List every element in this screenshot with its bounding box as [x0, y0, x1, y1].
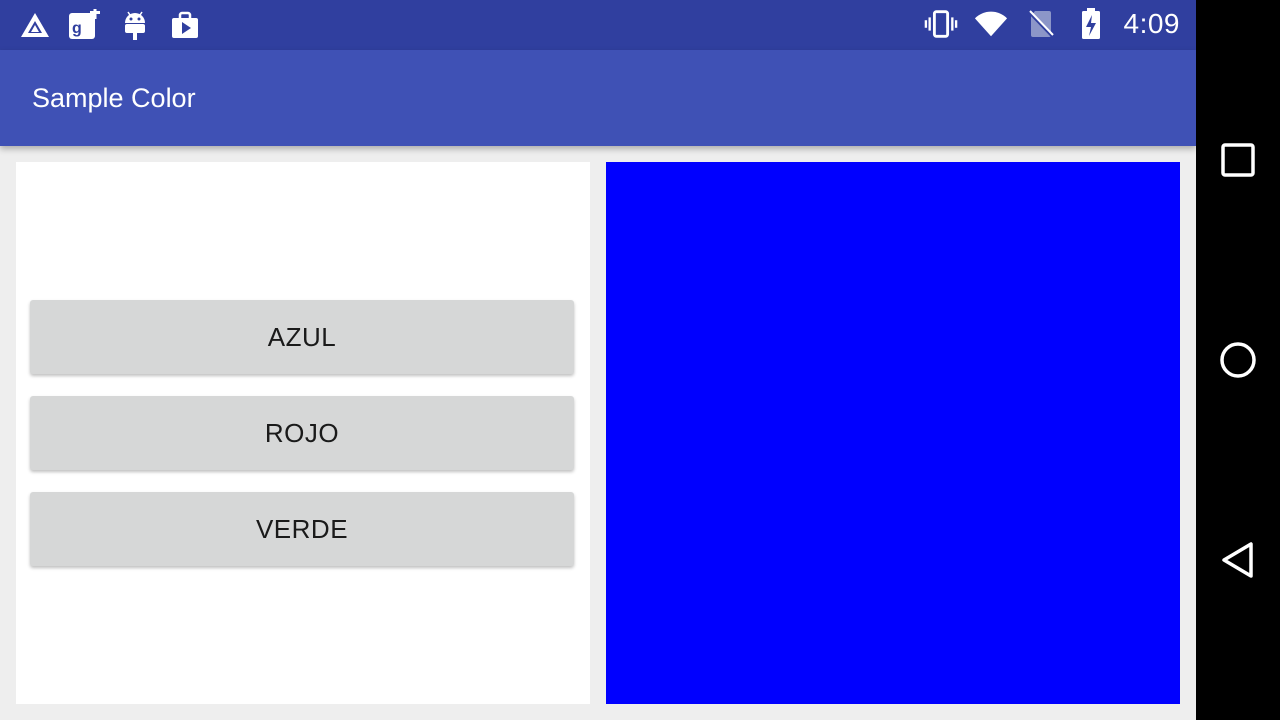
back-triangle-icon[interactable]: [1208, 530, 1268, 590]
status-bar: g 4:09: [0, 0, 1196, 50]
arrow-triangle-icon: [18, 8, 52, 42]
status-time: 4:09: [1123, 8, 1180, 39]
status-system-icons: 4:09: [924, 7, 1181, 41]
vibrate-icon: [924, 7, 958, 41]
verde-button[interactable]: VERDE: [30, 492, 574, 566]
wifi-icon: [974, 7, 1008, 41]
button-panel: AZUL ROJO VERDE: [16, 162, 590, 704]
svg-text:g: g: [72, 20, 82, 37]
app-title: Sample Color: [32, 83, 196, 113]
color-display-panel: [606, 162, 1180, 704]
no-sim-icon: [1024, 7, 1058, 41]
status-notification-icons: g: [18, 8, 202, 42]
azul-button[interactable]: AZUL: [30, 300, 574, 374]
google-plus-icon: g: [68, 8, 102, 42]
recents-square-icon[interactable]: [1208, 130, 1268, 190]
app-screen: g 4:09 Sample Color AZUL ROJO VERDE: [0, 0, 1196, 720]
home-circle-icon[interactable]: [1208, 330, 1268, 390]
rojo-button[interactable]: ROJO: [30, 396, 574, 470]
battery-charging-icon: [1074, 7, 1108, 41]
android-icon: [118, 8, 152, 42]
navigation-bar: [1196, 0, 1280, 720]
play-store-icon: [168, 8, 202, 42]
app-bar: Sample Color: [0, 50, 1196, 146]
